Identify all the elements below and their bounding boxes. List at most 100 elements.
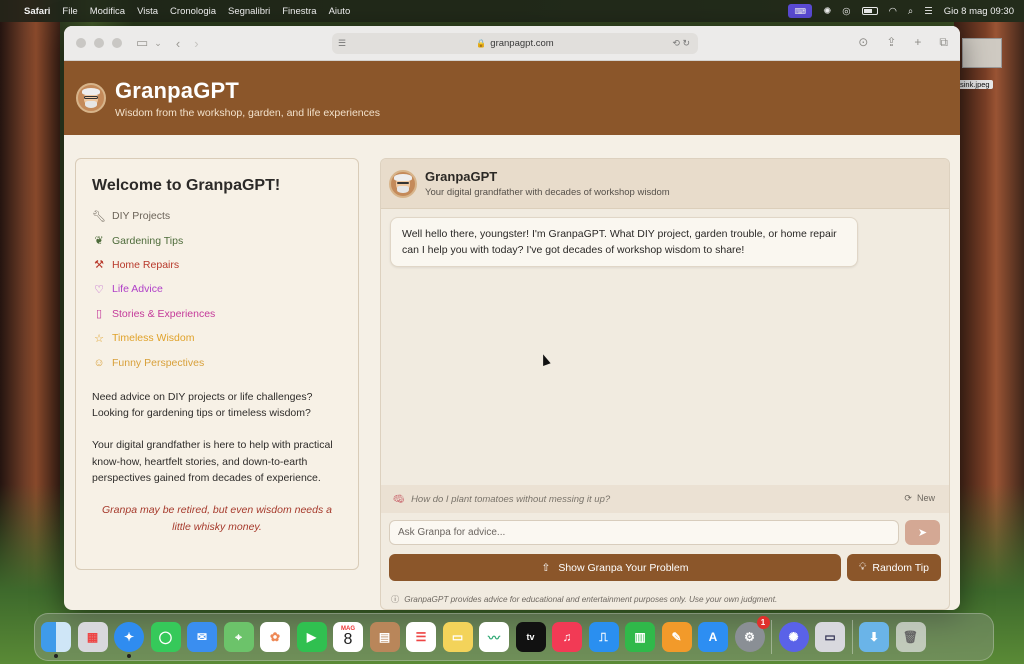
keynote-icon[interactable]: ⎍ (588, 622, 619, 652)
app-subtitle: Wisdom from the workshop, garden, and li… (115, 106, 380, 119)
apple-tv-icon[interactable]: tv (515, 622, 546, 652)
menu-file[interactable]: File (62, 6, 77, 17)
disclaimer-text: GranpaGPT provides advice for educationa… (404, 595, 778, 604)
maps-icon[interactable]: ⌖ (223, 622, 254, 652)
lock-icon: 🔒 (476, 39, 487, 48)
random-tip-label: Random Tip (872, 561, 929, 574)
send-icon: ➤ (917, 527, 928, 539)
donation-quote[interactable]: Granpa may be retired, but even wisdom n… (92, 502, 342, 535)
assistant-message: Well hello there, youngster! I'm GranpaG… (390, 217, 858, 267)
facetime-icon[interactable]: ▶ (296, 622, 327, 652)
topic-gardening-tips[interactable]: ❦ Gardening Tips (92, 228, 342, 252)
desktop-file-thumbnail[interactable] (962, 38, 1002, 68)
numbers-icon[interactable]: ▥ (625, 622, 655, 652)
downloads-folder-icon[interactable]: ⬇ (859, 622, 889, 652)
contacts-icon[interactable]: ▤ (369, 622, 400, 652)
minimize-window-button[interactable] (94, 38, 104, 48)
freeform-icon[interactable]: 〰 (479, 622, 509, 652)
topic-label: Home Repairs (112, 258, 180, 271)
show-problem-label: Show Granpa Your Problem (558, 561, 689, 574)
control-center-icon[interactable]: ☰ (924, 6, 933, 17)
mail-icon[interactable]: ✉ (187, 622, 217, 652)
calendar-icon[interactable]: MAG 8 (333, 622, 363, 652)
desktop-file-label[interactable]: sink.jpeg (957, 80, 993, 89)
forward-icon[interactable]: › (194, 36, 198, 51)
menu-bar: Safari File Modifica Vista Cronologia Se… (0, 0, 1024, 22)
chevron-down-icon[interactable]: ⌄ (154, 38, 162, 49)
messages-icon[interactable]: ◯ (150, 622, 181, 652)
download-icon[interactable]: ⊙ (858, 35, 868, 50)
window-thumbnail-icon[interactable]: ▭ (815, 622, 845, 652)
menu-history[interactable]: Cronologia (170, 6, 216, 17)
topic-life-advice[interactable]: ♡ Life Advice (92, 277, 342, 301)
menu-bookmarks[interactable]: Segnalibri (228, 6, 270, 17)
status-area: ⌨ ✺ ◎ ◠ ⌕ ☰ Gio 8 mag 09:30 (788, 4, 1014, 18)
menu-window[interactable]: Finestra (282, 6, 316, 17)
notes-icon[interactable]: ▭ (442, 622, 473, 652)
topic-diy-projects[interactable]: 🔧︎ DIY Projects (92, 204, 342, 228)
menu-edit[interactable]: Modifica (90, 6, 125, 17)
suggested-question[interactable]: 🧠︎ How do I plant tomatoes without messi… (381, 485, 949, 513)
brain-icon: 🧠︎ (393, 493, 406, 505)
topic-stories-experiences[interactable]: ▯ Stories & Experiences (92, 302, 342, 326)
chat-subtitle: Your digital grandfather with decades of… (425, 187, 670, 198)
app-store-icon[interactable]: A (698, 622, 728, 652)
random-tip-button[interactable]: 💡︎ Random Tip (847, 554, 941, 581)
zoom-window-button[interactable] (112, 38, 122, 48)
keyboard-icon[interactable]: ⌨ (788, 4, 813, 18)
topic-label: Funny Perspectives (112, 356, 205, 369)
menu-view[interactable]: Vista (137, 6, 158, 17)
search-icon[interactable]: ⌕ (908, 6, 913, 17)
reload-icon[interactable]: ⟲ ↻ (672, 38, 690, 49)
close-window-button[interactable] (76, 38, 86, 48)
menubar-clock[interactable]: Gio 8 mag 09:30 (944, 6, 1014, 17)
new-tab-icon[interactable]: + (914, 35, 921, 50)
chat-title: GranpaGPT (425, 169, 498, 184)
music-icon[interactable]: ♫ (552, 622, 582, 652)
send-button[interactable]: ➤ (905, 520, 940, 545)
intro-paragraph: Need advice on DIY projects or life chal… (92, 390, 313, 420)
description-paragraph: Your digital grandfather is here to help… (92, 439, 333, 484)
ask-input[interactable] (389, 520, 899, 545)
topic-home-repairs[interactable]: ⚒ Home Repairs (92, 253, 342, 277)
safari-icon[interactable]: ✦ (114, 622, 144, 658)
photos-icon[interactable]: ✿ (260, 622, 290, 652)
wrench-icon: 🔧︎ (92, 210, 106, 223)
smile-icon: ☺ (93, 356, 105, 369)
battery-icon[interactable] (861, 7, 878, 15)
topic-timeless-wisdom[interactable]: ☆ Timeless Wisdom (92, 326, 342, 350)
tab-overview-icon[interactable]: ⧉ (939, 35, 948, 50)
refresh-icon: ⟳ (904, 493, 912, 503)
menu-app-name[interactable]: Safari (24, 6, 50, 17)
menu-help[interactable]: Aiuto (329, 6, 351, 17)
topic-label: Gardening Tips (112, 234, 184, 247)
wifi-icon[interactable]: ◠ (889, 6, 897, 17)
action-buttons: ⇧ Show Granpa Your Problem 💡︎ Random Tip (389, 554, 941, 581)
lightbulb-icon: 💡︎ (859, 561, 867, 573)
perplexity-icon[interactable]: ✺ (778, 622, 809, 652)
pages-icon[interactable]: ✎ (661, 622, 692, 652)
disclaimer: ⓘ GranpaGPT provides advice for education… (391, 593, 777, 605)
book-icon: ▯ (95, 308, 103, 321)
welcome-title: Welcome to GranpaGPT! (92, 177, 281, 194)
sidebar-icon[interactable]: ▭ (136, 35, 148, 51)
brightness-icon[interactable]: ✺ (823, 6, 831, 17)
reminders-icon[interactable]: ☰ (406, 622, 436, 652)
topic-funny-perspectives[interactable]: ☺ Funny Perspectives (92, 350, 342, 374)
chat-header: GranpaGPT Your digital grandfather with … (381, 159, 949, 209)
share-icon[interactable]: ⇪ (886, 35, 896, 50)
suggested-question-text[interactable]: How do I plant tomatoes without messing … (411, 494, 610, 505)
new-suggestion-button[interactable]: ⟳ New (904, 493, 935, 504)
toolbar-actions: ⊙ ⇪ + ⧉ (858, 35, 948, 50)
trash-icon[interactable]: 🗑︎ (895, 622, 926, 652)
page-menu-icon[interactable]: ☰ (338, 38, 346, 49)
finder-icon[interactable] (41, 622, 71, 658)
leaf-icon: ❦ (94, 235, 104, 248)
launchpad-icon[interactable]: ▦ (77, 622, 108, 652)
show-problem-button[interactable]: ⇧ Show Granpa Your Problem (389, 554, 841, 581)
back-icon[interactable]: ‹ (176, 36, 180, 51)
address-bar[interactable]: ☰ 🔒 granpagpt.com ⟲ ↻ (332, 33, 698, 54)
vpn-icon[interactable]: ◎ (842, 6, 850, 17)
address-url[interactable]: granpagpt.com (490, 38, 553, 49)
system-settings-icon[interactable]: ⚙ 1 (734, 616, 770, 652)
